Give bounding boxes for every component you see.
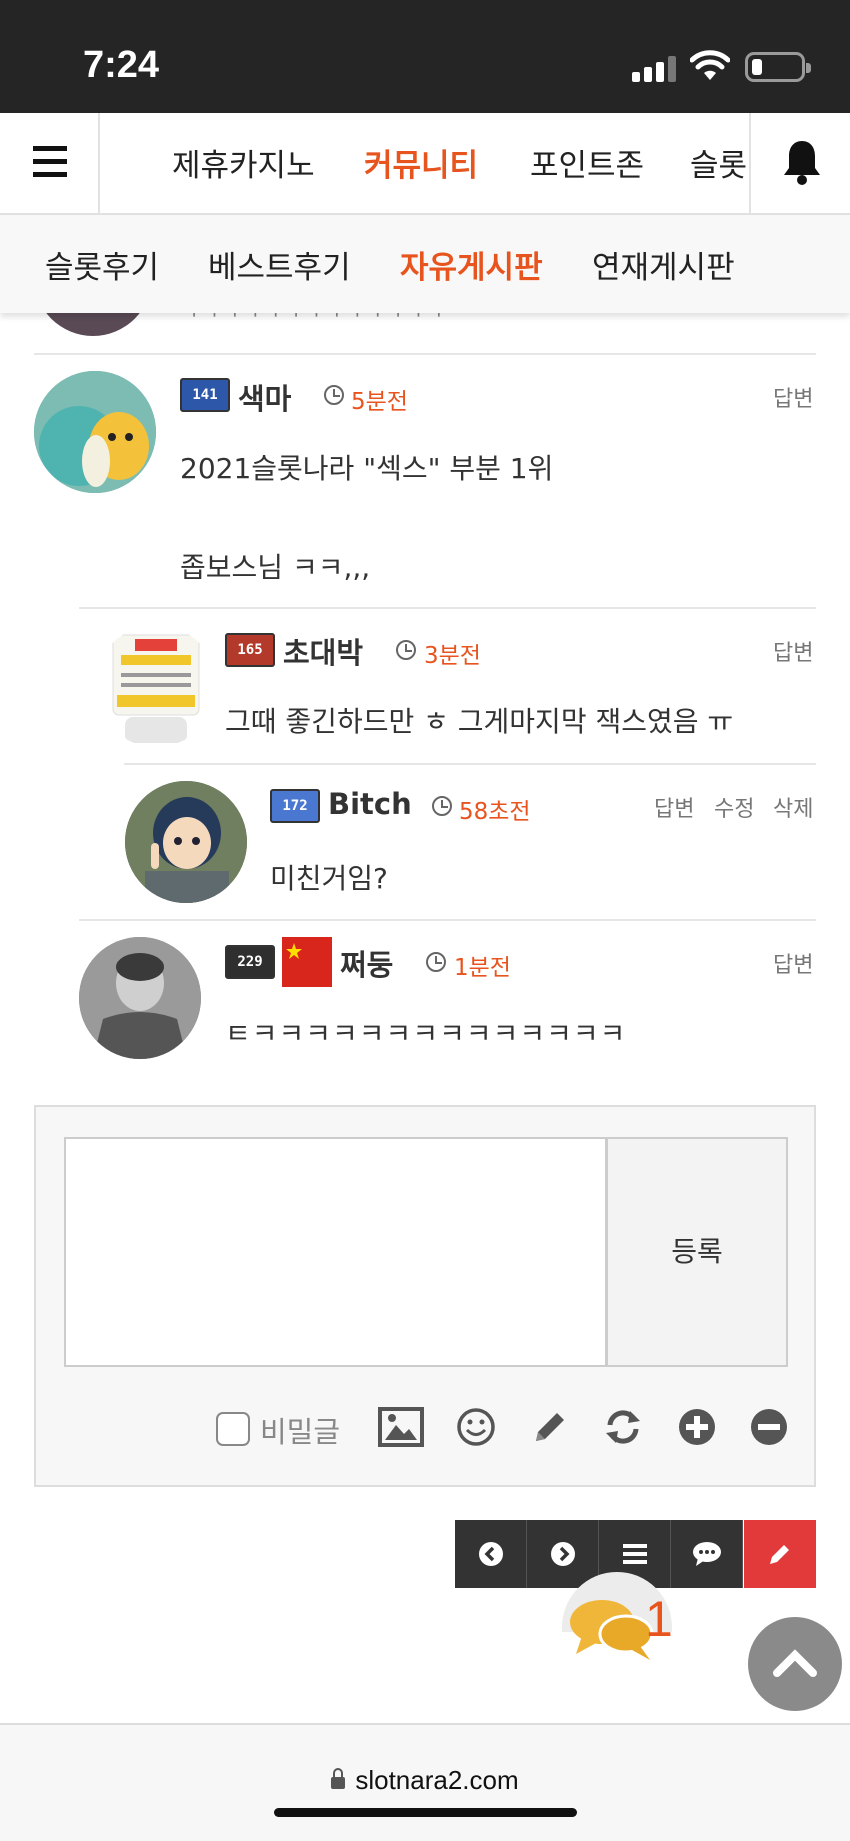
avatar <box>95 625 217 747</box>
comment-time: 1분전 <box>454 955 511 981</box>
comment-time: 5분전 <box>351 389 408 415</box>
comment-text: 2021슬롯나라 "섹스" 부분 1위 <box>180 452 554 485</box>
top-nav-tabs: 제휴카지노 커뮤니티 포인트존 슬롯 <box>102 113 748 213</box>
comment-text: 미친거임? <box>270 862 388 895</box>
reply-button[interactable]: 답변 <box>773 947 813 979</box>
tab-slot[interactable]: 슬롯 <box>690 140 747 185</box>
comment-time: 3분전 <box>424 643 481 669</box>
tab-community[interactable]: 커뮤니티 <box>364 140 478 185</box>
chevron-right-icon <box>551 1542 575 1566</box>
level-badge: 229 <box>225 945 275 979</box>
tab-point-zone[interactable]: 포인트존 <box>530 140 644 185</box>
comment-count: 1 <box>645 1591 673 1647</box>
reply-button[interactable]: 답변 <box>773 381 813 413</box>
comment-text: ㅌㅋㅋㅋㅋㅋㅋㅋㅋㅋㅋㅋㅋㅋㅋ <box>225 1017 627 1050</box>
image-icon[interactable] <box>378 1407 424 1447</box>
chat-bubbles-icon <box>570 1600 654 1660</box>
browser-url-bar[interactable]: slotnara2.com <box>0 1723 850 1841</box>
tab-partner-casino[interactable]: 제휴카지노 <box>172 140 315 185</box>
comment-form: 등록 비밀글 <box>34 1105 816 1487</box>
home-indicator[interactable] <box>274 1808 577 1817</box>
divider <box>79 607 816 609</box>
comment-icon <box>693 1542 721 1566</box>
emoji-icon[interactable] <box>456 1407 496 1447</box>
avatar <box>125 781 247 903</box>
lock-icon <box>331 1768 346 1789</box>
reply-button[interactable]: 답변 <box>773 635 813 667</box>
previous-button[interactable] <box>455 1520 527 1588</box>
bell-icon <box>784 141 820 185</box>
scroll-to-top-button[interactable] <box>748 1617 842 1711</box>
comment-time: 58초전 <box>459 799 531 825</box>
divider <box>124 763 816 765</box>
comment-input[interactable] <box>64 1137 607 1367</box>
signal-icon <box>632 56 676 82</box>
comment-text: 좁보스님 ㅋㅋ,,, <box>180 551 371 584</box>
divider <box>79 919 816 921</box>
wifi-icon <box>690 50 730 80</box>
china-flag-icon <box>282 937 332 987</box>
comment-author[interactable]: 색마 <box>238 376 291 418</box>
plus-icon[interactable] <box>677 1407 717 1447</box>
divider <box>34 353 816 355</box>
top-nav: 제휴카지노 커뮤니티 포인트존 슬롯 <box>0 113 850 215</box>
level-badge: 172 <box>270 789 320 823</box>
clock-icon <box>324 385 344 405</box>
edit-button[interactable]: 수정 <box>714 791 754 823</box>
chevron-up-icon <box>773 1649 817 1677</box>
subnav-serial-board[interactable]: 연재게시판 <box>592 242 735 287</box>
clock-icon <box>426 952 446 972</box>
clock-icon <box>396 640 416 660</box>
subnav-best-review[interactable]: 베스트후기 <box>208 242 351 287</box>
comment-text: 그때 좋긴하드만 ㅎ 그게마지막 잭스였음 ㅠ <box>225 705 734 738</box>
secret-checkbox[interactable] <box>216 1412 250 1446</box>
comment-author[interactable]: 쩌둥 <box>340 942 393 984</box>
delete-button[interactable]: 삭제 <box>773 791 813 823</box>
sub-nav: 슬롯후기 베스트후기 자유게시판 연재게시판 <box>0 215 850 313</box>
notification-button[interactable] <box>749 113 850 213</box>
comment-author[interactable]: 초대박 <box>283 630 363 672</box>
chevron-left-icon <box>479 1542 503 1566</box>
clock-icon <box>432 796 452 816</box>
comment-author[interactable]: Bitch <box>328 787 412 821</box>
status-bar: 7:24 <box>0 0 850 113</box>
pencil-icon <box>770 1545 789 1564</box>
list-icon <box>623 1544 647 1564</box>
comment-button[interactable] <box>671 1520 743 1588</box>
battery-icon <box>745 52 811 82</box>
reply-button[interactable]: 답변 <box>654 791 694 823</box>
status-time: 7:24 <box>83 44 160 86</box>
subnav-free-board[interactable]: 자유게시판 <box>400 242 543 287</box>
submit-button[interactable]: 등록 <box>606 1137 788 1367</box>
hamburger-menu-button[interactable] <box>0 113 100 213</box>
url-text: slotnara2.com <box>355 1765 519 1795</box>
secret-label: 비밀글 <box>260 1415 341 1449</box>
avatar <box>79 937 201 1059</box>
refresh-icon[interactable] <box>602 1407 644 1447</box>
level-badge: 141 <box>180 378 230 412</box>
level-badge: 165 <box>225 633 275 667</box>
subnav-slot-review[interactable]: 슬롯후기 <box>45 242 159 287</box>
pencil-icon[interactable] <box>530 1407 570 1447</box>
write-button[interactable] <box>744 1520 816 1588</box>
avatar <box>34 371 156 493</box>
minus-icon[interactable] <box>749 1407 789 1447</box>
